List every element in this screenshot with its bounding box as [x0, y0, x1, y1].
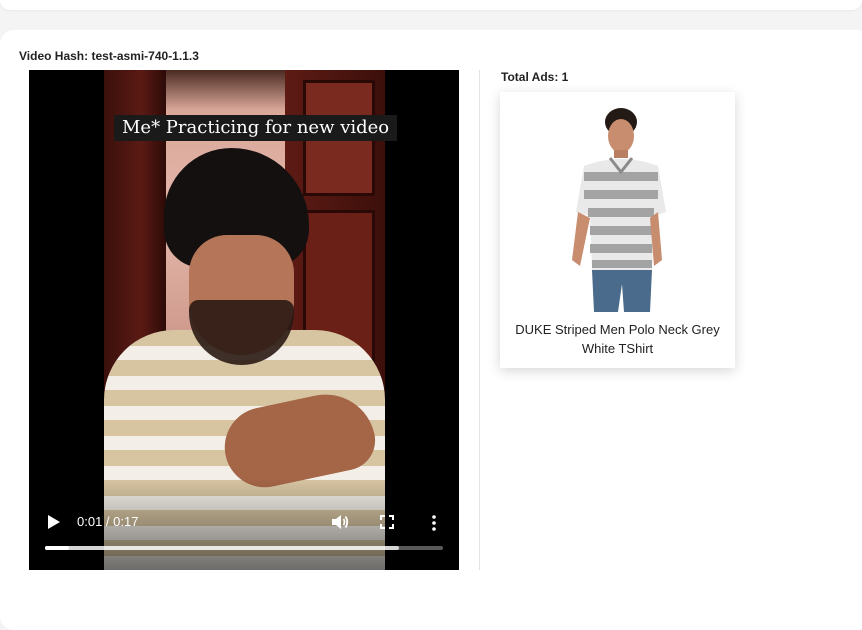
ad-card[interactable]: DUKE Striped Men Polo Neck Grey White TS…	[500, 92, 735, 368]
video-hash-value: test-asmi-740-1.1.3	[91, 49, 199, 63]
video-caption: Me* Practicing for new video	[114, 115, 398, 141]
more-options-icon[interactable]	[431, 514, 437, 532]
video-hash-label: Video Hash: test-asmi-740-1.1.3	[19, 49, 199, 63]
video-hash-prefix: Video Hash:	[19, 49, 89, 63]
video-progress-bar[interactable]	[45, 546, 443, 550]
current-time: 0:01	[77, 514, 103, 529]
fullscreen-icon[interactable]	[380, 515, 394, 529]
progress-played	[45, 546, 69, 550]
video-time-display: 0:01 / 0:17	[77, 514, 138, 529]
total-ads-prefix: Total Ads:	[501, 70, 559, 84]
volume-icon[interactable]	[331, 513, 349, 531]
play-icon[interactable]	[47, 514, 61, 530]
column-divider	[479, 70, 480, 570]
total-ads-label: Total Ads: 1	[501, 70, 568, 84]
product-image	[572, 108, 666, 312]
top-header-bar	[0, 0, 862, 10]
video-player[interactable]: Me* Practicing for new video 0:01 / 0:17	[29, 70, 459, 570]
time-separator: /	[102, 514, 114, 529]
total-ads-count: 1	[561, 70, 569, 84]
product-title[interactable]: DUKE Striped Men Polo Neck Grey White TS…	[510, 320, 725, 358]
duration: 0:17	[113, 514, 139, 529]
progress-buffered	[45, 546, 400, 550]
